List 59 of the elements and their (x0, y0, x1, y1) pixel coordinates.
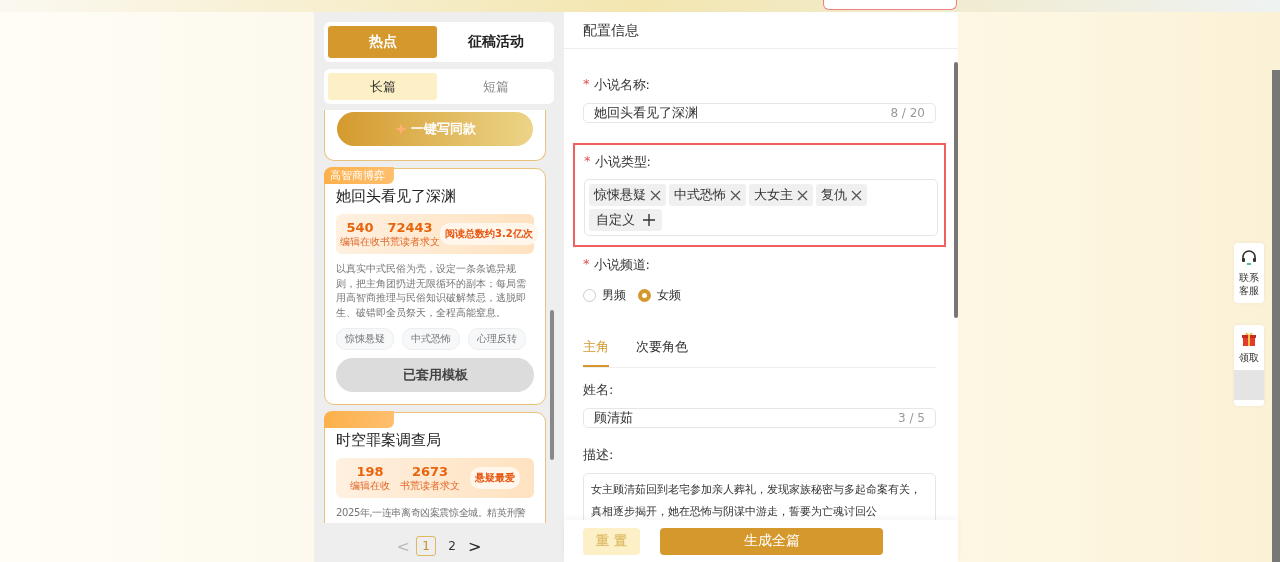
stat-label: 书荒读者求文 (400, 478, 460, 493)
next-page-button[interactable]: > (468, 536, 482, 556)
radio-button[interactable] (638, 289, 651, 302)
chip-label: 大女主 (754, 186, 793, 204)
card-ribbon (324, 411, 394, 428)
input-field[interactable]: 她回头看见了深渊 8 / 20 (583, 103, 936, 123)
gift-icon (1241, 331, 1257, 347)
role-tab[interactable]: 次要角色 (636, 335, 688, 367)
radio-label: 男频 (602, 287, 626, 304)
close-icon[interactable] (797, 189, 808, 201)
stat-label: 书荒读者求文 (380, 234, 440, 249)
card-description: 2025年,一连串离奇凶案震惊全城。精英刑警 (336, 506, 527, 520)
card-description: 以真实中式民俗为壳，设定一条条诡异规则，把主角团扔进无限循环的副本；每局需用高智商推理与民俗知识破解禁忌，逃脱即生、破错即全员祭天，全程高能窒息。 (336, 262, 527, 320)
page-number[interactable]: 2 (442, 536, 462, 556)
genre-tag: 惊悚悬疑 (336, 328, 394, 350)
panel-title: 配置信息 (564, 12, 958, 49)
tag-input-field[interactable]: 惊悚悬疑 中式恐怖 大女主 复仇 自定义 (584, 179, 938, 236)
input-field[interactable]: 顾清茹 3 / 5 (583, 408, 936, 428)
service-widget[interactable]: 联系客服 (1234, 243, 1264, 303)
required-mark: * (583, 256, 590, 273)
top-button[interactable] (823, 0, 957, 10)
stat-badge: 阅读总数约3.2亿次 (440, 223, 538, 245)
gift-widget[interactable]: 领取 (1234, 325, 1264, 406)
sparkle-icon (394, 123, 407, 135)
scrollbar[interactable] (1272, 70, 1280, 562)
stat-badge: 悬疑最爱 (470, 467, 520, 489)
chip-label: 中式恐怖 (674, 186, 726, 204)
card-ribbon: 高智商博弈 (324, 167, 394, 184)
chip-label: 惊悚悬疑 (594, 186, 646, 204)
field-label: 小说类型: (594, 153, 651, 171)
scrollbar[interactable] (954, 62, 958, 318)
scrollbar[interactable] (550, 310, 554, 460)
stat-value: 540 (346, 219, 374, 235)
radio-label: 女频 (657, 287, 681, 304)
field-label: 描述: (583, 446, 614, 464)
segment-tab[interactable]: 长篇 (328, 73, 437, 100)
stat-value: 72443 (387, 219, 433, 235)
close-icon[interactable] (730, 189, 741, 201)
card-title: 时空罪案调查局 (336, 431, 442, 450)
stat-value: 2673 (411, 463, 449, 479)
applied-template-button[interactable]: 已套用模板 (336, 358, 534, 392)
chip-label: 复仇 (821, 186, 847, 204)
field-label: 姓名: (583, 381, 614, 399)
required-mark: * (584, 153, 591, 170)
genre-tag: 中式恐怖 (402, 328, 460, 350)
field-label: 小说频道: (593, 256, 650, 274)
close-icon[interactable] (650, 189, 661, 201)
plus-icon (643, 214, 655, 226)
field-label: 小说名称: (593, 76, 650, 94)
headset-icon (1240, 249, 1258, 267)
stat-label: 编辑在收 (340, 234, 380, 249)
required-mark: * (583, 76, 590, 93)
stat-value: 198 (356, 463, 384, 479)
stat-label: 编辑在收 (350, 478, 390, 493)
radio-button[interactable] (583, 289, 596, 302)
card-title: 她回头看见了深渊 (336, 187, 457, 206)
close-icon[interactable] (851, 189, 862, 201)
custom-tag-button[interactable]: 自定义 (589, 209, 662, 231)
genre-tag: 心理反转 (468, 328, 526, 350)
